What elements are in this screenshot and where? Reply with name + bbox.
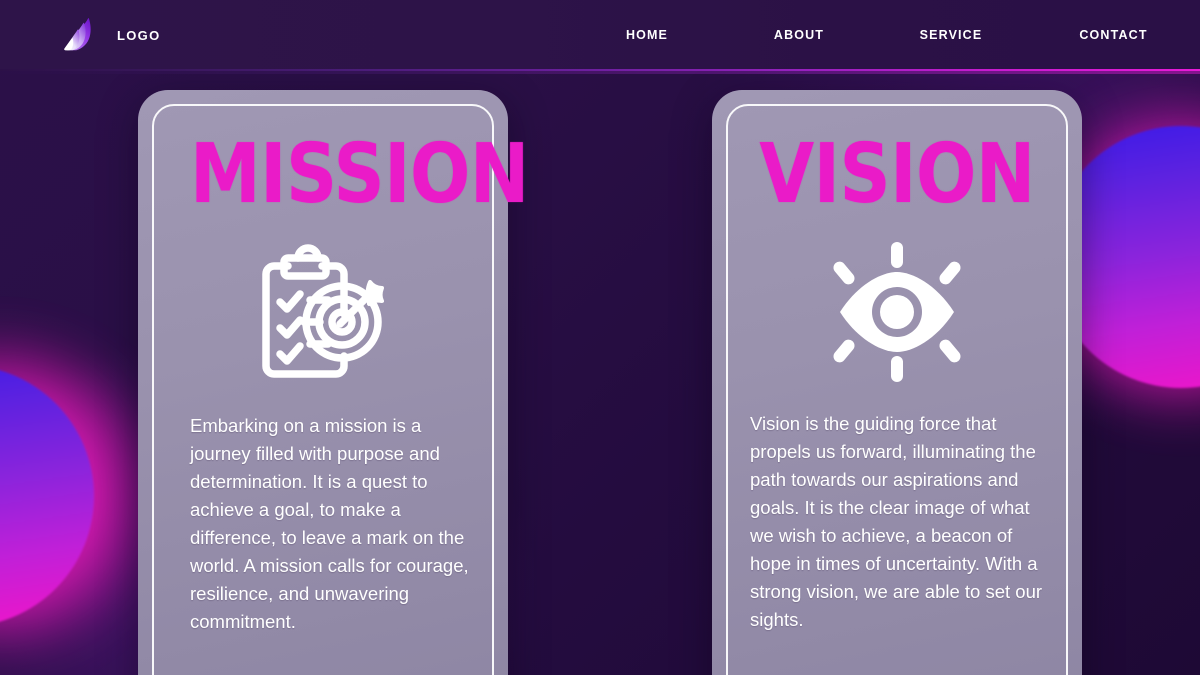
nav-home[interactable]: HOME — [626, 28, 668, 42]
page-canvas: LOGO HOME ABOUT SERVICE CONTACT MISSION — [0, 0, 1200, 675]
nav-service[interactable]: SERVICE — [920, 28, 983, 42]
header-divider-glow — [0, 71, 1200, 74]
nav-slot-about: ABOUT — [723, 28, 875, 42]
nav-about[interactable]: ABOUT — [774, 28, 824, 42]
brand[interactable]: LOGO — [62, 16, 160, 54]
vision-card[interactable]: VISION Vision is the guiding force that … — [712, 90, 1082, 675]
content-cards: MISSION Embarking on a mission is a jour… — [0, 69, 1200, 675]
mission-title: MISSION — [190, 126, 529, 222]
vision-description: Vision is the guiding force that propels… — [750, 412, 1043, 631]
eye-rays-icon — [833, 241, 961, 382]
vision-icon-wrap — [750, 241, 1044, 382]
mission-card-body: MISSION Embarking on a mission is a jour… — [138, 90, 529, 675]
nav-slot-contact: CONTACT — [1027, 28, 1200, 42]
site-header: LOGO HOME ABOUT SERVICE CONTACT — [0, 0, 1200, 69]
vision-title: VISION — [759, 126, 1035, 222]
vision-card-body: VISION Vision is the guiding force that … — [712, 90, 1082, 675]
main-navigation: HOME ABOUT SERVICE CONTACT — [571, 0, 1200, 69]
wing-logo-icon — [64, 17, 91, 51]
clipboard-target-icon — [262, 243, 384, 378]
nav-contact[interactable]: CONTACT — [1079, 28, 1147, 42]
mission-description: Embarking on a mission is a journey fill… — [190, 414, 469, 633]
nav-slot-home: HOME — [571, 28, 723, 42]
mission-card[interactable]: MISSION Embarking on a mission is a jour… — [138, 90, 529, 675]
nav-slot-service: SERVICE — [875, 28, 1027, 42]
logo-text: LOGO — [117, 27, 161, 43]
mission-icon-wrap — [190, 243, 470, 384]
